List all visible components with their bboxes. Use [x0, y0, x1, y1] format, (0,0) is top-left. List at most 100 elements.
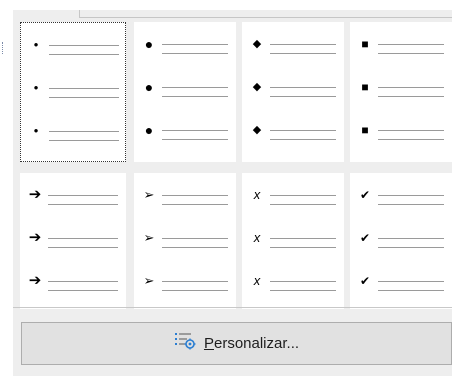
sample-text-line	[270, 195, 336, 196]
sample-text-line	[48, 247, 118, 248]
bullet-sample-row: ✔	[350, 271, 452, 291]
bullet-glyph: ➔	[28, 229, 42, 246]
bullet-glyph: ➔	[28, 272, 42, 289]
bullet-sample-row: ✔	[350, 228, 452, 248]
sample-text-line	[49, 140, 119, 141]
sample-text-line	[162, 290, 228, 291]
bullet-glyph: ●	[144, 36, 154, 52]
bullet-sample-row: x	[242, 271, 344, 291]
sample-text-line	[378, 44, 444, 45]
sample-text-line	[378, 96, 444, 97]
sample-text-line	[49, 54, 119, 55]
sample-text-line	[49, 131, 119, 132]
bullet-sample-row: ◆	[242, 77, 344, 97]
bullet-sample-row: ◆	[242, 34, 344, 54]
bullet-glyph: ✔	[359, 188, 371, 202]
bullet-glyph: ■	[361, 80, 369, 94]
bullet-sample-row: ■	[350, 120, 452, 140]
bullet-style-diamond[interactable]: ◆ ◆ ◆	[242, 22, 344, 162]
bullet-glyph: x	[253, 273, 261, 288]
sample-text-line	[270, 130, 336, 131]
sample-text-line	[378, 281, 444, 282]
bullet-glyph: •	[33, 80, 39, 95]
sample-text-line	[48, 281, 118, 282]
bullet-glyph: ■	[361, 37, 369, 51]
bullet-glyph: •	[33, 37, 39, 52]
bullet-glyph: ✔	[359, 274, 371, 288]
divider	[13, 307, 452, 308]
sample-text-line	[378, 139, 444, 140]
bullet-style-bold-arrow[interactable]: ➔ ➔ ➔	[20, 173, 126, 309]
sample-text-line	[378, 130, 444, 131]
bullet-glyph: ■	[361, 123, 369, 137]
bullet-glyph: ✔	[359, 231, 371, 245]
sample-text-line	[162, 139, 228, 140]
bullet-sample-row: ➔	[20, 271, 126, 291]
bullet-style-square[interactable]: ■ ■ ■	[350, 22, 452, 162]
sample-text-line	[162, 247, 228, 248]
sample-text-line	[270, 247, 336, 248]
bullet-glyph: ➢	[143, 273, 155, 288]
bullet-sample-row: ●	[134, 120, 236, 140]
bullet-sample-row: ◆	[242, 120, 344, 140]
bullet-sample-row: ➢	[134, 185, 236, 205]
bullet-style-arrowhead[interactable]: ➢ ➢ ➢	[134, 173, 236, 309]
bullet-sample-row: x	[242, 185, 344, 205]
sample-text-line	[270, 290, 336, 291]
sample-text-line	[378, 247, 444, 248]
bullet-glyph: ➢	[143, 187, 155, 202]
sample-text-line	[162, 130, 228, 131]
sample-text-line	[49, 88, 119, 89]
bullet-sample-row: ■	[350, 34, 452, 54]
sample-text-line	[162, 281, 228, 282]
bullet-glyph: •	[33, 123, 39, 138]
sample-text-line	[270, 139, 336, 140]
bullet-glyph: ◆	[252, 81, 262, 93]
bullet-glyph: x	[253, 230, 261, 245]
sample-text-line	[162, 44, 228, 45]
sample-text-line	[162, 204, 228, 205]
sample-text-line	[48, 195, 118, 196]
sample-text-line	[378, 204, 444, 205]
sample-text-line	[378, 53, 444, 54]
bullet-glyph: ●	[144, 79, 154, 95]
sample-text-line	[270, 238, 336, 239]
sample-text-line	[270, 281, 336, 282]
bullet-sample-row: •	[21, 35, 125, 55]
sample-text-line	[378, 238, 444, 239]
customize-list-icon	[174, 331, 196, 356]
sample-text-line	[48, 204, 118, 205]
sample-text-line	[162, 87, 228, 88]
bullet-style-large-dot[interactable]: ● ● ●	[134, 22, 236, 162]
personalize-button[interactable]: Personalizar...	[21, 322, 452, 365]
bullet-sample-row: ●	[134, 34, 236, 54]
bullet-sample-row: ✔	[350, 185, 452, 205]
sample-text-line	[48, 238, 118, 239]
personalize-button-label: Personalizar...	[203, 335, 300, 352]
bullet-glyph: ➢	[143, 230, 155, 245]
bullet-sample-row: ●	[134, 77, 236, 97]
bullet-style-x[interactable]: x x x	[242, 173, 344, 309]
sample-text-line	[270, 96, 336, 97]
sample-text-line	[270, 87, 336, 88]
bullet-sample-row: ➢	[134, 228, 236, 248]
bullet-sample-row: ■	[350, 77, 452, 97]
sample-text-line	[270, 204, 336, 205]
sample-text-line	[162, 238, 228, 239]
bullet-style-small-dot[interactable]: • • •	[20, 22, 126, 162]
margin-marker	[2, 42, 6, 54]
sample-text-line	[270, 53, 336, 54]
bullet-style-check[interactable]: ✔ ✔ ✔	[350, 173, 452, 309]
left-margin	[0, 10, 13, 376]
bullet-sample-row: ➔	[20, 185, 126, 205]
sample-text-line	[378, 195, 444, 196]
bullet-sample-row: x	[242, 228, 344, 248]
sample-text-line	[270, 44, 336, 45]
bullet-glyph: ➔	[28, 186, 42, 203]
bullet-glyph: ●	[144, 122, 154, 138]
sample-text-line	[378, 87, 444, 88]
sample-text-line	[162, 96, 228, 97]
bullet-glyph: ◆	[252, 124, 262, 136]
sample-text-line	[162, 53, 228, 54]
bullet-glyph: x	[253, 187, 261, 202]
